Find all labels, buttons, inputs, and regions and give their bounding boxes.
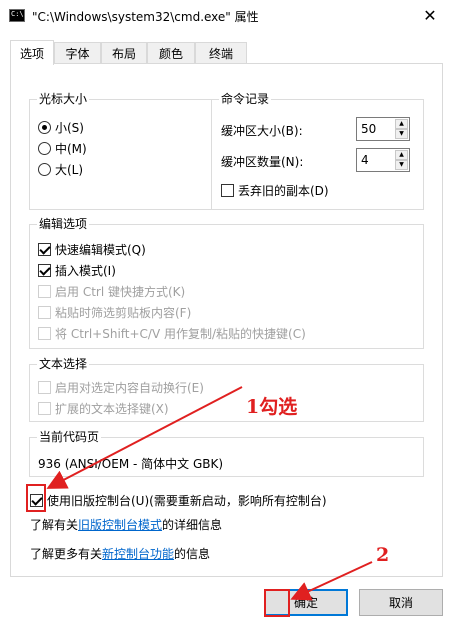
options-panel: 光标大小 小(S) 中(M) 大(L) 命令记录 缓冲区大小(B): 50 ▲ …: [10, 63, 443, 577]
spinner-up-icon[interactable]: ▲: [395, 150, 408, 160]
checkbox-label: 将 Ctrl+Shift+C/V 用作复制/粘贴的快捷键(C): [55, 327, 306, 341]
tab-options[interactable]: 选项: [10, 40, 54, 65]
checkbox-indicator: [38, 243, 51, 256]
checkbox-label: 启用对选定内容自动换行(E): [55, 381, 204, 395]
close-icon: ✕: [423, 6, 437, 25]
learn-new-prefix: 了解更多有关: [30, 547, 103, 561]
text-selection-group: 文本选择 启用对选定内容自动换行(E) 扩展的文本选择键(X): [29, 357, 424, 422]
checkbox-indicator: [38, 402, 51, 415]
tab-label: 终端: [208, 47, 233, 61]
radio-indicator: [38, 142, 51, 155]
radio-indicator: [38, 163, 51, 176]
checkbox-label: 丢弃旧的副本(D): [238, 184, 329, 198]
cursor-size-small-radio[interactable]: 小(S): [38, 119, 84, 136]
tab-label: 颜色: [158, 47, 183, 61]
codepage-title: 当前代码页: [37, 430, 102, 444]
learn-new-suffix: 的信息: [174, 547, 211, 561]
tab-label: 布局: [111, 47, 136, 61]
highlight-box-checkbox: [26, 484, 46, 512]
insert-mode-checkbox[interactable]: 插入模式(I): [38, 262, 116, 279]
highlight-box-ok: [264, 589, 290, 617]
buffer-count-value: 4: [361, 153, 369, 167]
checkbox-indicator: [38, 381, 51, 394]
codepage-value: 936 (ANSI/OEM - 简体中文 GBK): [38, 457, 224, 471]
wrap-selection-checkbox: 启用对选定内容自动换行(E): [38, 379, 204, 396]
cursor-size-group: 光标大小 小(S) 中(M) 大(L): [29, 92, 212, 210]
learn-legacy-text: 了解有关旧版控制台模式的详细信息: [30, 516, 222, 533]
annotation-step1: 1勾选: [246, 396, 298, 418]
radio-label: 大(L): [55, 163, 84, 177]
cancel-label: 取消: [388, 596, 413, 610]
tab-label: 字体: [65, 47, 90, 61]
tab-terminal[interactable]: 终端: [195, 42, 247, 64]
checkbox-indicator: [38, 285, 51, 298]
ctrl-shortcuts-checkbox: 启用 Ctrl 键快捷方式(K): [38, 283, 185, 300]
text-selection-title: 文本选择: [37, 357, 90, 371]
buffer-count-label: 缓冲区数量(N):: [221, 155, 304, 169]
cursor-size-medium-radio[interactable]: 中(M): [38, 140, 87, 157]
cancel-button[interactable]: 取消: [359, 589, 443, 616]
title-bar: "C:\Windows\system32\cmd.exe" 属性 ✕: [0, 0, 453, 31]
checkbox-indicator: [221, 184, 234, 197]
buffer-count-spinner[interactable]: 4 ▲ ▼: [356, 148, 410, 172]
new-console-features-link[interactable]: 新控制台功能: [102, 547, 174, 561]
quick-edit-checkbox[interactable]: 快速编辑模式(Q): [38, 241, 146, 258]
radio-label: 小(S): [55, 121, 84, 135]
codepage-group: 当前代码页 936 (ANSI/OEM - 简体中文 GBK): [29, 430, 424, 477]
ok-label: 确定: [293, 596, 318, 610]
checkbox-label: 快速编辑模式(Q): [55, 243, 146, 257]
spinner-down-icon[interactable]: ▼: [395, 129, 408, 139]
annotation-step2: 2: [376, 544, 390, 566]
buffer-size-value: 50: [361, 122, 377, 136]
buffer-size-label: 缓冲区大小(B):: [221, 124, 303, 138]
tab-font[interactable]: 字体: [54, 42, 101, 64]
ctrl-shift-copy-paste-checkbox: 将 Ctrl+Shift+C/V 用作复制/粘贴的快捷键(C): [38, 325, 306, 342]
cursor-size-title: 光标大小: [37, 92, 90, 106]
checkbox-label: 使用旧版控制台(U)(需要重新启动，影响所有控制台): [47, 494, 327, 508]
window-title: "C:\Windows\system32\cmd.exe" 属性: [32, 10, 259, 24]
filter-clipboard-checkbox: 粘贴时筛选剪贴板内容(F): [38, 304, 191, 321]
command-history-title: 命令记录: [219, 92, 272, 106]
spinner-up-icon[interactable]: ▲: [395, 119, 408, 129]
checkbox-indicator: [38, 264, 51, 277]
tab-colors[interactable]: 颜色: [147, 42, 195, 64]
spinner-down-icon[interactable]: ▼: [395, 160, 408, 170]
learn-legacy-suffix: 的详细信息: [162, 518, 223, 532]
cursor-size-large-radio[interactable]: 大(L): [38, 161, 83, 178]
learn-new-text: 了解更多有关新控制台功能的信息: [30, 545, 210, 562]
checkbox-label: 启用 Ctrl 键快捷方式(K): [55, 285, 186, 299]
checkbox-indicator: [38, 327, 51, 340]
legacy-console-link[interactable]: 旧版控制台模式: [78, 518, 162, 532]
edit-options-group: 编辑选项 快速编辑模式(Q) 插入模式(I) 启用 Ctrl 键快捷方式(K) …: [29, 217, 424, 349]
command-history-group: 命令记录 缓冲区大小(B): 50 ▲ ▼ 缓冲区数量(N): 4 ▲ ▼ 丢弃…: [211, 92, 424, 210]
radio-indicator: [38, 121, 51, 134]
radio-label: 中(M): [55, 142, 87, 156]
tab-label: 选项: [19, 46, 44, 61]
learn-legacy-prefix: 了解有关: [30, 518, 79, 532]
tab-layout[interactable]: 布局: [101, 42, 147, 64]
console-icon: [9, 9, 25, 22]
checkbox-label: 插入模式(I): [55, 264, 116, 278]
legacy-console-checkbox[interactable]: 使用旧版控制台(U)(需要重新启动，影响所有控制台): [30, 492, 327, 509]
checkbox-label: 粘贴时筛选剪贴板内容(F): [55, 306, 192, 320]
checkbox-indicator: [38, 306, 51, 319]
discard-duplicates-checkbox[interactable]: 丢弃旧的副本(D): [221, 182, 329, 199]
buffer-size-spinner[interactable]: 50 ▲ ▼: [356, 117, 410, 141]
edit-options-title: 编辑选项: [37, 217, 90, 231]
close-button[interactable]: ✕: [407, 0, 453, 31]
checkbox-label: 扩展的文本选择键(X): [55, 402, 169, 416]
extended-selection-keys-checkbox: 扩展的文本选择键(X): [38, 400, 169, 417]
